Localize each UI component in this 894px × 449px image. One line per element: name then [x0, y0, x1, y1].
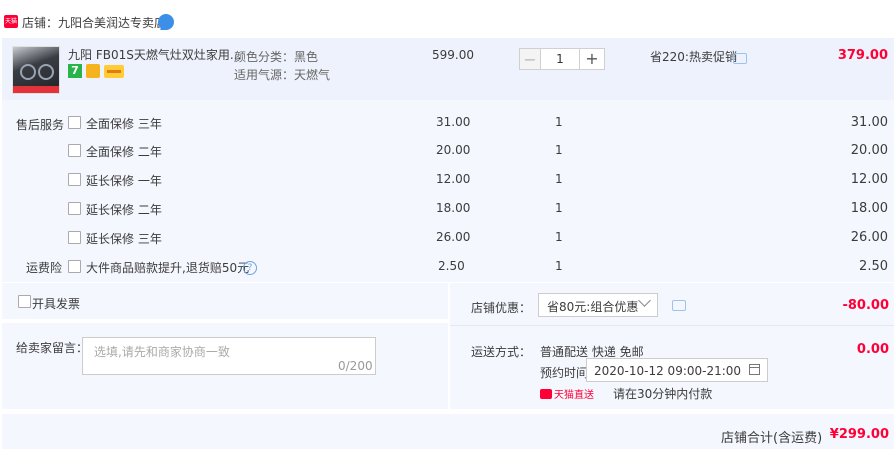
- product-subtotal: 379.00: [837, 48, 888, 63]
- burner-graphic: [38, 64, 54, 80]
- message-label: 给卖家留言：: [16, 341, 89, 355]
- service-section-title: 售后服务: [16, 118, 65, 132]
- freight-insurance-checkbox[interactable]: [68, 260, 81, 273]
- service-checkbox[interactable]: [68, 231, 81, 244]
- service-qty: 1: [555, 115, 563, 129]
- service-checkbox[interactable]: [68, 173, 81, 186]
- coupon-selected-value: 省80元:组合优惠: [547, 300, 639, 314]
- service-total: 12.00: [850, 172, 888, 187]
- service-price: 18.00: [436, 201, 471, 215]
- product-thumbnail[interactable]: [12, 46, 60, 94]
- service-total: 26.00: [850, 230, 888, 245]
- coupon-label: 店铺优惠：: [471, 301, 532, 315]
- shop-total-label: 店铺合计(含运费): [721, 431, 823, 446]
- help-icon[interactable]: ?: [243, 261, 257, 275]
- thumbnail-banner: [13, 86, 59, 93]
- coupon-comment-icon[interactable]: [672, 300, 686, 311]
- freight-insurance-price: 2.50: [438, 259, 465, 273]
- tmall-express-icon: [540, 389, 552, 399]
- service-qty: 1: [555, 201, 563, 215]
- service-label: 延长保修 三年: [86, 232, 162, 246]
- shop-name[interactable]: 店铺：九阳合美润达专卖店: [22, 14, 166, 31]
- payment-deadline-note: 请在30分钟内付款: [613, 387, 713, 401]
- promo-comment-icon[interactable]: [733, 53, 747, 64]
- service-qty: 1: [555, 143, 563, 157]
- service-label: 全面保修 三年: [86, 117, 162, 131]
- appointment-time-value: 2020-10-12 09:00-21:00: [594, 364, 742, 378]
- shipping-label: 运送方式：: [471, 345, 532, 359]
- tmall-badge-icon: 天猫: [4, 15, 18, 28]
- quantity-minus-button[interactable]: −: [519, 48, 541, 70]
- service-price: 12.00: [436, 172, 471, 186]
- message-char-count: 0/200: [338, 359, 373, 373]
- calendar-icon[interactable]: [749, 364, 760, 375]
- promotion-text: 省220:热卖促销: [650, 50, 737, 64]
- credit-card-icon: [104, 65, 124, 78]
- service-price: 20.00: [436, 143, 471, 157]
- quantity-plus-button[interactable]: +: [579, 48, 605, 70]
- shop-total-amount: ¥299.00: [829, 427, 889, 442]
- service-total: 20.00: [850, 143, 888, 158]
- product-block: 九阳 FB01S天燃气灶双灶家用... 7 颜色分类：黑色 适用气源：天燃气 5…: [2, 38, 894, 282]
- freight-insurance-title: 运费险: [26, 261, 63, 275]
- invoice-checkbox[interactable]: [18, 295, 31, 308]
- service-checkbox[interactable]: [68, 144, 81, 157]
- service-price: 26.00: [436, 230, 471, 244]
- shipping-amount: 0.00: [856, 342, 889, 357]
- express-service-name: 天猫直送: [554, 390, 594, 401]
- freight-insurance-label: 大件商品赔款提升,退货赔50元: [86, 261, 250, 275]
- wangwang-chat-icon[interactable]: [158, 14, 174, 30]
- quantity-input[interactable]: 1: [541, 48, 579, 70]
- freight-insurance-qty: 1: [555, 259, 563, 273]
- message-placeholder: 选填,请先和商家协商一致: [94, 345, 230, 359]
- shop-header: 天猫 店铺：九阳合美润达专卖店: [0, 10, 894, 36]
- service-price: 31.00: [436, 115, 471, 129]
- divider: [450, 325, 894, 326]
- coupon-amount: -80.00: [842, 298, 889, 313]
- freight-insurance-total: 2.50: [859, 259, 888, 274]
- product-title[interactable]: 九阳 FB01S天燃气灶双灶家用...: [68, 46, 241, 63]
- burner-graphic: [20, 64, 36, 80]
- service-checkbox[interactable]: [68, 116, 81, 129]
- service-total: 18.00: [850, 201, 888, 216]
- service-total: 31.00: [850, 115, 888, 130]
- service-label: 延长保修 一年: [86, 174, 162, 188]
- seven-day-return-icon: 7: [68, 64, 82, 78]
- invoice-label: 开具发票: [32, 297, 81, 311]
- guarantee-icon: [86, 64, 100, 78]
- unit-price: 599.00: [432, 48, 474, 62]
- service-checkbox[interactable]: [68, 202, 81, 215]
- sku-gas-type: 适用气源：天燃气: [234, 68, 331, 82]
- service-label: 延长保修 二年: [86, 203, 162, 217]
- service-qty: 1: [555, 172, 563, 186]
- service-qty: 1: [555, 230, 563, 244]
- appointment-label: 预约时间: [540, 366, 589, 380]
- service-label: 全面保修 二年: [86, 145, 162, 159]
- sku-color: 颜色分类：黑色: [234, 50, 319, 64]
